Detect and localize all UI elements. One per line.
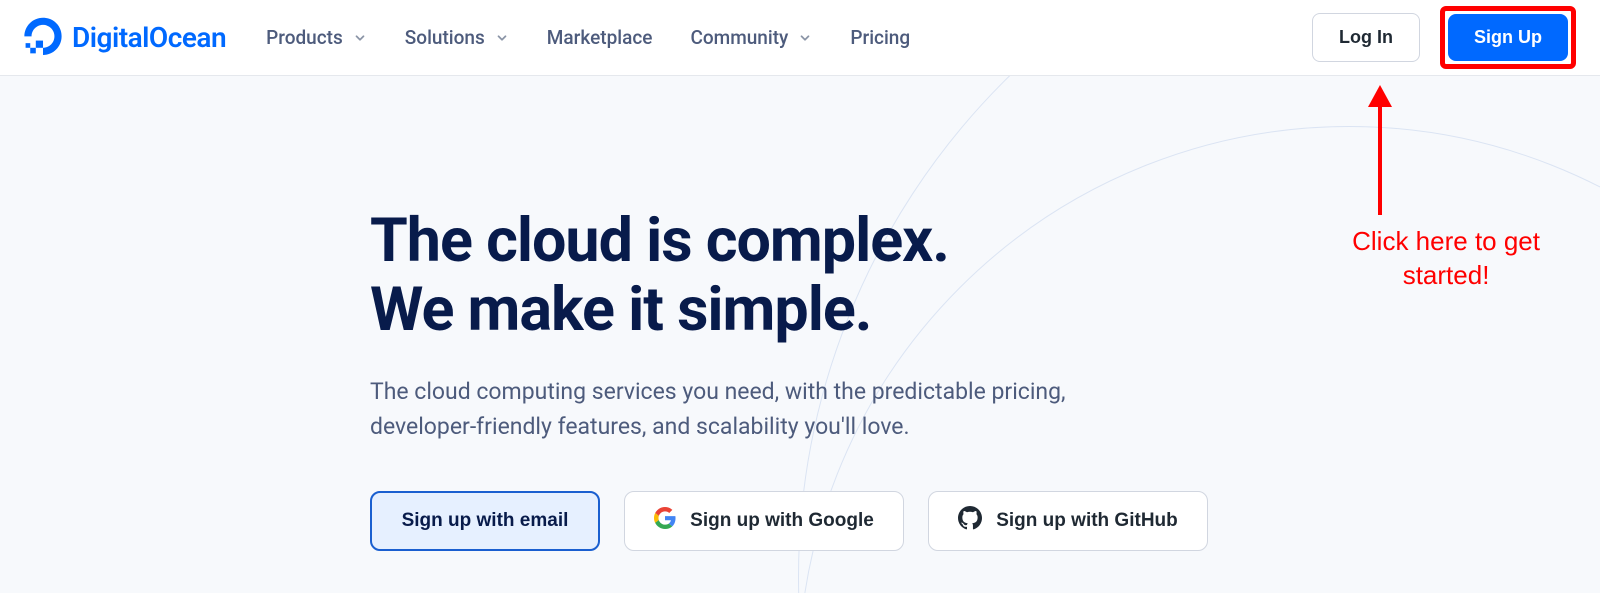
digitalocean-logo-icon [24, 17, 62, 59]
nav-marketplace[interactable]: Marketplace [547, 26, 653, 49]
hero-title: The cloud is complex. We make it simple. [370, 206, 1600, 344]
hero-section: The cloud is complex. We make it simple.… [0, 76, 1600, 593]
signup-highlight-annotation: Sign Up [1440, 6, 1576, 69]
chevron-down-icon [798, 31, 812, 45]
chevron-down-icon [353, 31, 367, 45]
header-actions: Log In Sign Up [1312, 6, 1576, 69]
signup-email-label: Sign up with email [402, 510, 569, 532]
chevron-down-icon [495, 31, 509, 45]
github-icon [958, 506, 982, 536]
login-button[interactable]: Log In [1312, 13, 1420, 62]
signup-button[interactable]: Sign Up [1448, 14, 1568, 61]
site-header: DigitalOcean Products Solutions Marketpl… [0, 0, 1600, 76]
brand-logo[interactable]: DigitalOcean [24, 17, 226, 59]
signup-google-label: Sign up with Google [690, 510, 874, 532]
signup-github-button[interactable]: Sign up with GitHub [928, 491, 1208, 551]
signup-email-button[interactable]: Sign up with email [370, 491, 600, 551]
nav-label: Marketplace [547, 26, 653, 49]
primary-nav: Products Solutions Marketplace Community… [266, 26, 910, 49]
brand-name: DigitalOcean [72, 21, 226, 54]
signup-button-row: Sign up with email Sign up with Google [370, 491, 1600, 551]
signup-google-button[interactable]: Sign up with Google [624, 491, 904, 551]
signup-github-label: Sign up with GitHub [996, 510, 1178, 532]
hero-title-line1: The cloud is complex. [370, 204, 949, 276]
nav-pricing[interactable]: Pricing [850, 26, 910, 49]
google-icon [654, 507, 676, 535]
hero-content: The cloud is complex. We make it simple.… [0, 76, 1600, 551]
nav-community[interactable]: Community [690, 26, 812, 49]
nav-label: Products [266, 26, 343, 49]
nav-products[interactable]: Products [266, 26, 367, 49]
nav-label: Solutions [405, 26, 485, 49]
hero-subtitle: The cloud computing services you need, w… [370, 374, 1130, 445]
hero-title-line2: We make it simple. [370, 273, 871, 345]
nav-label: Community [690, 26, 788, 49]
nav-solutions[interactable]: Solutions [405, 26, 509, 49]
nav-label: Pricing [850, 26, 910, 49]
